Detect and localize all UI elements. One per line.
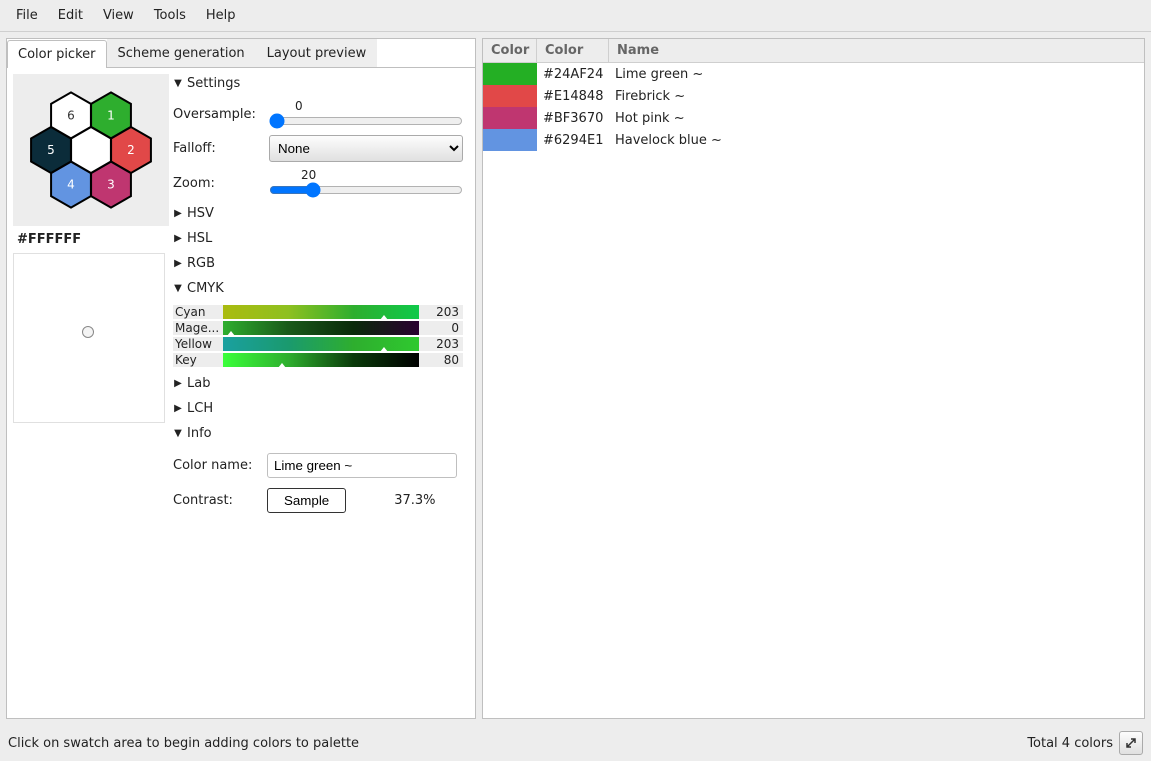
cmyk-label: Yellow [173,337,223,351]
palette-name: Firebrick ~ [609,89,1144,104]
expand-button[interactable] [1119,731,1143,755]
menubar: File Edit View Tools Help [0,0,1151,32]
statusbar: Click on swatch area to begin adding col… [0,725,1151,761]
chevron-down-icon: ▼ [173,283,183,294]
status-right: Total 4 colors [1027,736,1113,751]
section-rgb[interactable]: ▶RGB [173,254,463,273]
chevron-down-icon: ▼ [173,428,183,439]
svg-text:2: 2 [127,143,135,157]
cmyk-value: 80 [419,353,463,367]
colorname-input[interactable] [267,453,457,478]
cmyk-label: Cyan [173,305,223,319]
palette-swatch [483,85,537,107]
section-info[interactable]: ▼Info [173,424,463,443]
current-hex-label: #FFFFFF [13,230,169,249]
menu-file[interactable]: File [6,4,48,27]
palette-hex: #6294E1 [537,133,609,148]
section-cmyk[interactable]: ▼CMYK [173,279,463,298]
section-lch[interactable]: ▶LCH [173,399,463,418]
palette-name: Havelock blue ~ [609,133,1144,148]
settings-title: Settings [187,76,240,91]
swatch-dot-icon [82,326,94,338]
cmyk-label: Mage... [173,321,223,335]
section-lab[interactable]: ▶Lab [173,374,463,393]
table-row[interactable]: #BF3670Hot pink ~ [483,107,1144,129]
cmyk-value: 203 [419,337,463,351]
chevron-right-icon: ▶ [173,403,183,414]
svg-text:1: 1 [107,108,115,122]
hexagon-picker[interactable]: 1 2 3 4 5 6 [13,74,169,226]
palette-swatch [483,63,537,85]
palette-panel: Color Color Name #24AF24Lime green ~#E14… [482,38,1145,719]
menu-tools[interactable]: Tools [144,4,196,27]
chevron-right-icon: ▶ [173,208,183,219]
menu-edit[interactable]: Edit [48,4,93,27]
zoom-value: 20 [269,168,463,182]
palette-swatch [483,129,537,151]
cmyk-channel-row: Cyan 203 [173,304,463,320]
table-header: Color Color Name [483,39,1144,63]
palette-name: Lime green ~ [609,67,1144,82]
section-hsv[interactable]: ▶HSV [173,204,463,223]
colorname-label: Color name: [173,458,259,473]
table-body: #24AF24Lime green ~#E14848Firebrick ~#BF… [483,63,1144,718]
oversample-label: Oversample: [173,107,263,122]
svg-text:3: 3 [107,178,115,192]
cmyk-value: 0 [419,321,463,335]
cmyk-slider[interactable] [223,305,419,319]
oversample-slider[interactable] [269,113,463,129]
tabstrip: Color picker Scheme generation Layout pr… [7,39,475,68]
cmyk-channel-row: Yellow 203 [173,336,463,352]
cmyk-slider[interactable] [223,321,419,335]
cmyk-slider[interactable] [223,353,419,367]
menu-help[interactable]: Help [196,4,246,27]
palette-swatch [483,107,537,129]
oversample-value: 0 [269,99,463,113]
cmyk-label: Key [173,353,223,367]
section-hsl[interactable]: ▶HSL [173,229,463,248]
chevron-down-icon: ▼ [173,78,183,89]
th-color-hex[interactable]: Color [537,39,609,62]
chevron-right-icon: ▶ [173,378,183,389]
th-color-swatch[interactable]: Color [483,39,537,62]
cmyk-slider[interactable] [223,337,419,351]
svg-text:4: 4 [67,178,75,192]
cmyk-value: 203 [419,305,463,319]
svg-text:5: 5 [47,143,55,157]
section-settings[interactable]: ▼ Settings [173,74,463,93]
tab-layout-preview[interactable]: Layout preview [256,39,378,67]
table-row[interactable]: #6294E1Havelock blue ~ [483,129,1144,151]
palette-hex: #24AF24 [537,67,609,82]
zoom-label: Zoom: [173,176,263,191]
menu-view[interactable]: View [93,4,144,27]
tab-color-picker[interactable]: Color picker [7,40,107,68]
expand-icon [1125,737,1137,749]
table-row[interactable]: #24AF24Lime green ~ [483,63,1144,85]
palette-hex: #E14848 [537,89,609,104]
status-left: Click on swatch area to begin adding col… [8,736,359,751]
swatch-area[interactable] [13,253,165,423]
th-name[interactable]: Name [609,39,1144,62]
contrast-value: 37.3% [394,493,435,508]
falloff-label: Falloff: [173,141,263,156]
svg-text:6: 6 [67,108,75,122]
zoom-slider[interactable] [269,182,463,198]
chevron-right-icon: ▶ [173,233,183,244]
left-panel: Color picker Scheme generation Layout pr… [6,38,476,719]
palette-hex: #BF3670 [537,111,609,126]
chevron-right-icon: ▶ [173,258,183,269]
falloff-select[interactable]: None [269,135,463,162]
palette-name: Hot pink ~ [609,111,1144,126]
cmyk-channel-row: Key 80 [173,352,463,368]
contrast-label: Contrast: [173,493,259,508]
cmyk-channel-row: Mage... 0 [173,320,463,336]
tab-scheme-generation[interactable]: Scheme generation [107,39,256,67]
sample-button[interactable]: Sample [267,488,346,513]
main-area: Color picker Scheme generation Layout pr… [0,32,1151,725]
table-row[interactable]: #E14848Firebrick ~ [483,85,1144,107]
